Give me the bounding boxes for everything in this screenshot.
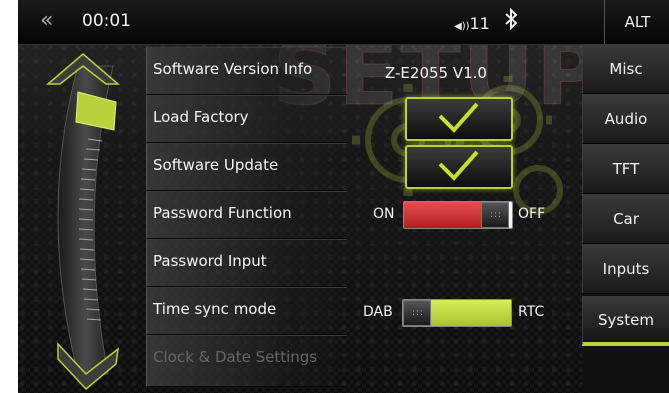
load-factory-confirm-button[interactable] [405, 97, 513, 141]
row-time-sync-mode: Time sync mode [146, 287, 347, 335]
toggle-thumb[interactable]: ::: [403, 300, 431, 326]
password-off-label: OFF [518, 206, 546, 222]
volume-icon: ◀)) [454, 21, 470, 32]
bluetooth-icon [504, 7, 518, 35]
row-password-function: Password Function [146, 191, 347, 239]
grip-icon: ::: [412, 308, 425, 318]
row-label: Software Update [153, 156, 279, 174]
volume-level: 11 [469, 14, 490, 33]
time-sync-toggle[interactable]: ::: [402, 299, 512, 327]
toggle-fill [431, 300, 511, 326]
row-label: Password Function [153, 204, 292, 222]
toggle-thumb[interactable]: ::: [481, 202, 509, 228]
row-label: Software Version Info [153, 60, 313, 78]
tab-misc[interactable]: Misc [582, 44, 669, 94]
row-label: Load Factory [153, 108, 249, 126]
row-label: Password Input [153, 252, 267, 270]
grip-icon: ::: [490, 210, 503, 220]
clock-time: 00:01 [82, 11, 131, 31]
time-sync-dab-label: DAB [363, 304, 393, 320]
row-software-version-info: Software Version Info [146, 47, 347, 95]
row-clock-date-settings: Clock & Date Settings [146, 335, 347, 387]
checkmark-icon [438, 102, 479, 133]
category-tabs: Misc Audio TFT Car Inputs System [582, 44, 669, 393]
time-sync-rtc-label: RTC [518, 304, 545, 320]
row-load-factory[interactable]: Load Factory [146, 95, 347, 143]
tab-audio[interactable]: Audio [582, 94, 669, 144]
setup-screen: SETUP « 00:01 ◀))11 ALT Software Version… [18, 0, 669, 393]
tab-car[interactable]: Car [582, 194, 669, 244]
row-password-input[interactable]: Password Input [146, 239, 347, 287]
tab-tft[interactable]: TFT [582, 144, 669, 194]
software-update-confirm-button[interactable] [405, 145, 513, 189]
arc-slider[interactable] [18, 44, 148, 393]
back-button[interactable]: « [40, 8, 53, 33]
status-bar: « 00:01 ◀))11 ALT [18, 0, 669, 45]
volume-indicator: ◀))11 [454, 14, 490, 33]
tab-system[interactable]: System [582, 296, 669, 346]
row-label: Time sync mode [153, 300, 277, 318]
software-version-value: Z-E2055 V1.0 [385, 64, 487, 82]
row-label: Clock & Date Settings [153, 348, 318, 366]
toggle-fill [404, 202, 482, 228]
tab-inputs[interactable]: Inputs [582, 244, 669, 294]
row-software-update[interactable]: Software Update [146, 143, 347, 191]
password-function-toggle[interactable]: ::: [403, 201, 513, 229]
password-on-label: ON [373, 206, 395, 222]
alt-button[interactable]: ALT [604, 0, 669, 44]
checkmark-icon [438, 150, 479, 181]
